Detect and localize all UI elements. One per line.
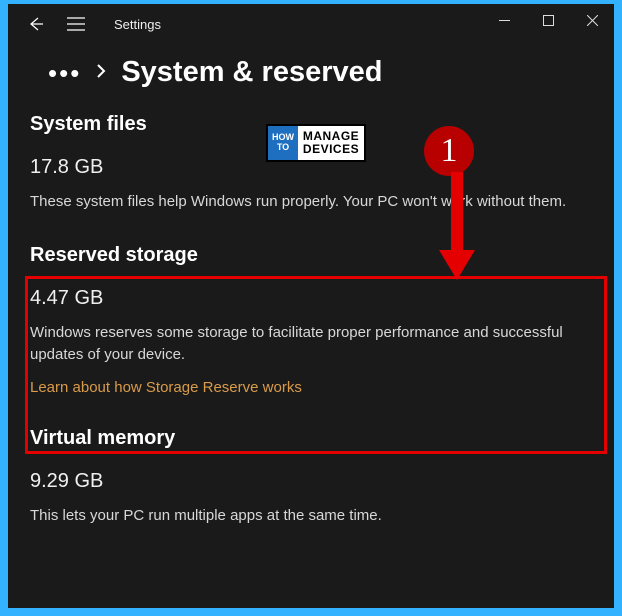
breadcrumb: ••• System & reserved	[8, 44, 614, 109]
maximize-button[interactable]	[526, 4, 570, 36]
virtual-memory-value: 9.29 GB	[30, 470, 592, 493]
system-files-description: These system files help Windows run prop…	[30, 191, 592, 214]
back-button[interactable]	[24, 12, 48, 36]
content-area: System files 17.8 GB These system files …	[8, 109, 614, 569]
virtual-memory-title: Virtual memory	[30, 427, 592, 450]
window-controls	[482, 4, 614, 36]
system-files-title: System files	[30, 113, 592, 136]
reserved-storage-description: Windows reserves some storage to facilit…	[30, 322, 592, 367]
chevron-right-icon	[95, 62, 107, 83]
close-button[interactable]	[570, 4, 614, 36]
section-reserved-storage: Reserved storage 4.47 GB Windows reserve…	[30, 244, 592, 397]
settings-window: Settings ••• System & reserved System fi…	[8, 4, 614, 608]
virtual-memory-description: This lets your PC run multiple apps at t…	[30, 505, 592, 528]
section-system-files: System files 17.8 GB These system files …	[30, 113, 592, 214]
app-title: Settings	[114, 17, 161, 32]
minimize-button[interactable]	[482, 4, 526, 36]
reserved-storage-value: 4.47 GB	[30, 287, 592, 310]
reserved-storage-title: Reserved storage	[30, 244, 592, 267]
titlebar-left: Settings	[16, 12, 161, 36]
hamburger-menu-icon[interactable]	[64, 12, 88, 36]
learn-storage-reserve-link[interactable]: Learn about how Storage Reserve works	[30, 379, 302, 396]
section-virtual-memory: Virtual memory 9.29 GB This lets your PC…	[30, 427, 592, 528]
system-files-value: 17.8 GB	[30, 156, 592, 179]
breadcrumb-ellipsis[interactable]: •••	[48, 68, 81, 78]
titlebar: Settings	[8, 4, 614, 44]
page-title: System & reserved	[121, 56, 382, 89]
